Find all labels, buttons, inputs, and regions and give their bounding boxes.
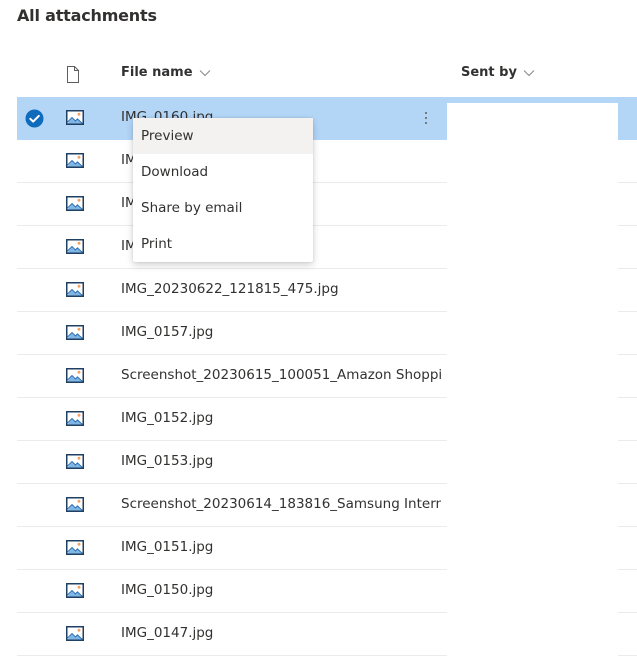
file-name[interactable]: IMG_0152.jpg	[121, 410, 213, 426]
image-icon	[66, 626, 84, 641]
chevron-down-icon	[199, 69, 210, 76]
sent-by-cell	[447, 139, 618, 184]
image-icon	[66, 110, 84, 125]
menu-item-preview[interactable]: Preview	[133, 118, 313, 154]
document-icon[interactable]	[66, 66, 80, 83]
sent-by-cell	[447, 526, 618, 571]
menu-item-download[interactable]: Download	[133, 154, 313, 190]
sent-by-cell	[447, 268, 618, 313]
table-row[interactable]: IMG_0150.jpg	[17, 569, 637, 614]
attachments-list: IMG_0160.jpg IMG_0159.jpg IMG_0158.jpg	[17, 97, 637, 657]
table-row[interactable]: IMG_0159.jpg	[17, 139, 637, 184]
image-icon	[66, 325, 84, 340]
image-icon	[66, 540, 84, 555]
image-icon	[66, 153, 84, 168]
image-icon	[66, 454, 84, 469]
sent-by-cell	[447, 354, 618, 399]
column-header-file-name-label: File name	[121, 65, 193, 80]
file-name[interactable]: IMG_0157.jpg	[121, 324, 213, 340]
image-icon	[66, 239, 84, 254]
sent-by-cell	[447, 483, 618, 528]
sent-by-cell	[447, 440, 618, 485]
more-options-icon[interactable]	[421, 109, 431, 127]
page-title: All attachments	[17, 6, 157, 25]
table-row[interactable]: IMG_0147.jpg	[17, 612, 637, 657]
table-row[interactable]: IMG_0158.jpg	[17, 182, 637, 227]
sent-by-cell	[447, 311, 618, 356]
sent-by-cell	[447, 397, 618, 442]
column-header-file-name[interactable]: File name	[121, 65, 211, 80]
file-name[interactable]: IMG_0147.jpg	[121, 625, 213, 641]
file-name[interactable]: IMG_0151.jpg	[121, 539, 213, 555]
table-row[interactable]: IMG_0157.jpg	[17, 311, 637, 356]
menu-item-print[interactable]: Print	[133, 226, 313, 262]
table-row[interactable]: IMG_0151.jpg	[17, 526, 637, 571]
sent-by-cell	[447, 569, 618, 614]
image-icon	[66, 368, 84, 383]
checkmark-circle-icon[interactable]	[25, 109, 44, 128]
table-row[interactable]: IMG_20230622_121815_475.jpg	[17, 268, 637, 313]
table-header: File name Sent by	[17, 54, 637, 94]
image-icon	[66, 411, 84, 426]
column-header-sent-by[interactable]: Sent by	[461, 65, 535, 80]
image-icon	[66, 282, 84, 297]
file-name[interactable]: IMG_0150.jpg	[121, 582, 213, 598]
file-name[interactable]: IMG_0153.jpg	[121, 453, 213, 469]
table-row[interactable]: IMG_0152.jpg	[17, 397, 637, 442]
sent-by-cell	[447, 225, 618, 270]
image-icon	[66, 583, 84, 598]
attachments-page: All attachments File name Sent by IMG_01…	[0, 0, 637, 662]
column-header-sent-by-label: Sent by	[461, 65, 517, 80]
image-icon	[66, 196, 84, 211]
sent-by-cell	[447, 612, 618, 657]
table-row[interactable]: IMG_0160.jpg	[17, 97, 637, 147]
context-menu: Preview Download Share by email Print	[133, 118, 313, 262]
table-row[interactable]: IMG_0156.jpg	[17, 225, 637, 270]
sent-by-cell	[447, 182, 618, 227]
image-icon	[66, 497, 84, 512]
menu-item-share-by-email[interactable]: Share by email	[133, 190, 313, 226]
chevron-down-icon	[523, 69, 535, 76]
table-row[interactable]: IMG_0153.jpg	[17, 440, 637, 485]
file-name[interactable]: IMG_20230622_121815_475.jpg	[121, 281, 339, 297]
table-row[interactable]: Screenshot_20230615_100051_Amazon Shoppi…	[17, 354, 637, 399]
file-name[interactable]: Screenshot_20230615_100051_Amazon Shoppi…	[121, 367, 441, 383]
file-name[interactable]: Screenshot_20230614_183816_Samsung Inter…	[121, 496, 441, 512]
table-row[interactable]: Screenshot_20230614_183816_Samsung Inter…	[17, 483, 637, 528]
